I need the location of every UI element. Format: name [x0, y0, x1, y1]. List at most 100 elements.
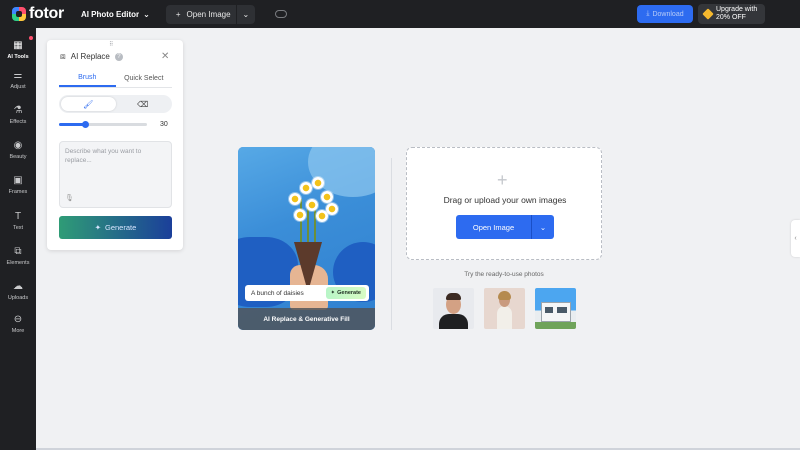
photo-building	[557, 307, 567, 313]
sample-photo-man[interactable]	[433, 288, 474, 329]
brush-mode-toggle: 🖌 ⌫	[59, 95, 172, 113]
rail-item-uploads[interactable]: ☁ Uploads	[0, 276, 36, 306]
daisy	[294, 209, 306, 221]
download-label: Download	[652, 10, 684, 18]
daisy	[306, 199, 318, 211]
showcase-caption: AI Replace & Generative Fill	[238, 308, 375, 330]
upgrade-button[interactable]: Upgrade with 20% OFF	[698, 4, 765, 24]
photo-figure	[497, 306, 512, 329]
microphone-icon[interactable]: 🎙	[65, 194, 74, 203]
rail-label: Frames	[8, 188, 28, 195]
rail-item-elements[interactable]: ⧉ Elements	[0, 241, 36, 271]
daisy	[321, 191, 333, 203]
rail-item-frames[interactable]: ▣ Frames	[0, 170, 36, 200]
download-button[interactable]: ⤓ Download	[637, 5, 693, 23]
left-tool-rail: ▦ AI Tools ⚌ Adjust ⚗ Effects ◉ Beauty ▣…	[0, 28, 36, 450]
photo-figure	[439, 314, 468, 329]
flower-stem	[300, 199, 302, 244]
chevron-down-icon: ⌄	[539, 222, 547, 232]
rail-item-adjust[interactable]: ⚌ Adjust	[0, 65, 36, 95]
diamond-icon	[702, 8, 714, 20]
open-image-dropdown[interactable]: ⌄	[237, 10, 255, 19]
rail-item-beauty[interactable]: ◉ Beauty	[0, 135, 36, 165]
panel-header: ⧈ AI Replace ?	[60, 51, 123, 62]
sample-photo-woman[interactable]	[484, 288, 525, 329]
rail-item-more[interactable]: ⊖ More	[0, 309, 36, 339]
rail-label: Effects	[9, 118, 27, 125]
brush-size-slider[interactable]	[59, 121, 147, 128]
slider-knob[interactable]	[81, 121, 89, 128]
top-bar: fotor AI Photo Editor ⌄ + Open Image ⌄ ⤓…	[0, 0, 800, 28]
upload-dropzone[interactable]: + Drag or upload your own images Open Im…	[406, 147, 602, 260]
rail-item-effects[interactable]: ⚗ Effects	[0, 100, 36, 130]
rail-item-ai-tools[interactable]: ▦ AI Tools	[0, 35, 36, 65]
photo-figure	[446, 293, 461, 300]
chevron-down-icon: ⌄	[143, 9, 150, 19]
brush-size-value: 30	[160, 121, 168, 128]
ai-replace-panel: ⠿ ⧈ AI Replace ? ✕ Brush Quick Select 🖌 …	[47, 40, 183, 250]
logo-text: fotor	[29, 5, 64, 22]
vertical-divider	[391, 158, 392, 330]
frame-icon: ▣	[13, 174, 23, 186]
tab-quick-select[interactable]: Quick Select	[116, 70, 173, 87]
text-icon: T	[14, 210, 22, 222]
chevron-left-icon: ‹	[794, 235, 797, 242]
magic-wand-icon: ✦	[94, 223, 101, 232]
ai-replace-showcase-card[interactable]: A bunch of daisies ✦ Generate AI Replace…	[238, 147, 375, 330]
replace-prompt-input[interactable]: Describe what you want to replace... 🎙	[59, 141, 172, 208]
grid-icon: ▦	[13, 39, 23, 51]
open-image-button[interactable]: Open Image ⌄	[456, 215, 554, 239]
photo-lawn	[535, 322, 576, 329]
help-icon[interactable]: ?	[114, 52, 123, 61]
sample-photo-house[interactable]	[535, 288, 576, 329]
rail-label: Adjust	[10, 83, 26, 90]
plus-icon: +	[175, 9, 181, 19]
tab-brush[interactable]: Brush	[59, 70, 116, 87]
panel-tabs: Brush Quick Select	[59, 70, 172, 88]
open-image-button-top[interactable]: + Open Image ⌄	[165, 4, 255, 24]
rail-label: Text	[12, 224, 24, 231]
brush-icon: 🖌	[83, 99, 94, 109]
prompt-placeholder: Describe what you want to replace...	[65, 148, 142, 164]
shapes-icon: ⧉	[14, 245, 22, 257]
photo-figure	[498, 291, 511, 300]
rail-label: AI Tools	[7, 53, 29, 60]
generate-label: Generate	[105, 223, 137, 232]
collapse-right-panel-button[interactable]: ‹	[791, 220, 800, 257]
logo-mark-icon	[12, 7, 26, 21]
flask-icon: ⚗	[13, 104, 23, 116]
upgrade-line-2: 20% OFF	[716, 14, 746, 21]
rail-item-text[interactable]: T Text	[0, 206, 36, 236]
generate-button[interactable]: ✦ Generate	[59, 216, 172, 239]
cloud-sync-icon[interactable]	[274, 10, 287, 18]
daisy	[312, 177, 324, 189]
open-image-label: Open Image	[472, 222, 515, 232]
sliders-icon: ⚌	[13, 69, 23, 81]
eraser-icon: ⌫	[137, 99, 149, 109]
more-icon: ⊖	[13, 313, 23, 325]
rail-label: Beauty	[9, 153, 27, 160]
open-image-main[interactable]: + Open Image	[166, 5, 236, 24]
editor-mode-label: AI Photo Editor	[80, 9, 140, 19]
rail-label: Uploads	[7, 294, 29, 301]
ai-replace-icon: ⧈	[60, 51, 66, 61]
download-icon: ⤓	[646, 10, 650, 17]
open-image-dropdown[interactable]: ⌄	[532, 215, 554, 239]
brush-paint-button[interactable]: 🖌	[61, 97, 116, 111]
fotor-logo[interactable]: fotor	[12, 5, 64, 23]
upload-instruction: Drag or upload your own images	[443, 195, 567, 205]
editor-mode-select[interactable]: AI Photo Editor ⌄	[81, 10, 150, 19]
magic-wand-icon: ✦	[330, 290, 336, 296]
eye-icon: ◉	[13, 139, 23, 151]
open-image-label: Open Image	[186, 9, 231, 19]
try-photos-label: Try the ready-to-use photos	[464, 271, 544, 278]
plus-icon: +	[497, 170, 508, 190]
close-icon[interactable]: ✕	[161, 51, 169, 62]
drag-handle-icon[interactable]: ⠿	[109, 41, 114, 48]
open-image-main[interactable]: Open Image	[456, 215, 531, 239]
notification-dot	[29, 36, 33, 40]
photo-building	[545, 307, 553, 313]
brush-erase-button[interactable]: ⌫	[116, 97, 171, 111]
cloud-upload-icon: ☁	[13, 280, 23, 292]
prompt-chip-text: A bunch of daisies	[251, 289, 304, 297]
